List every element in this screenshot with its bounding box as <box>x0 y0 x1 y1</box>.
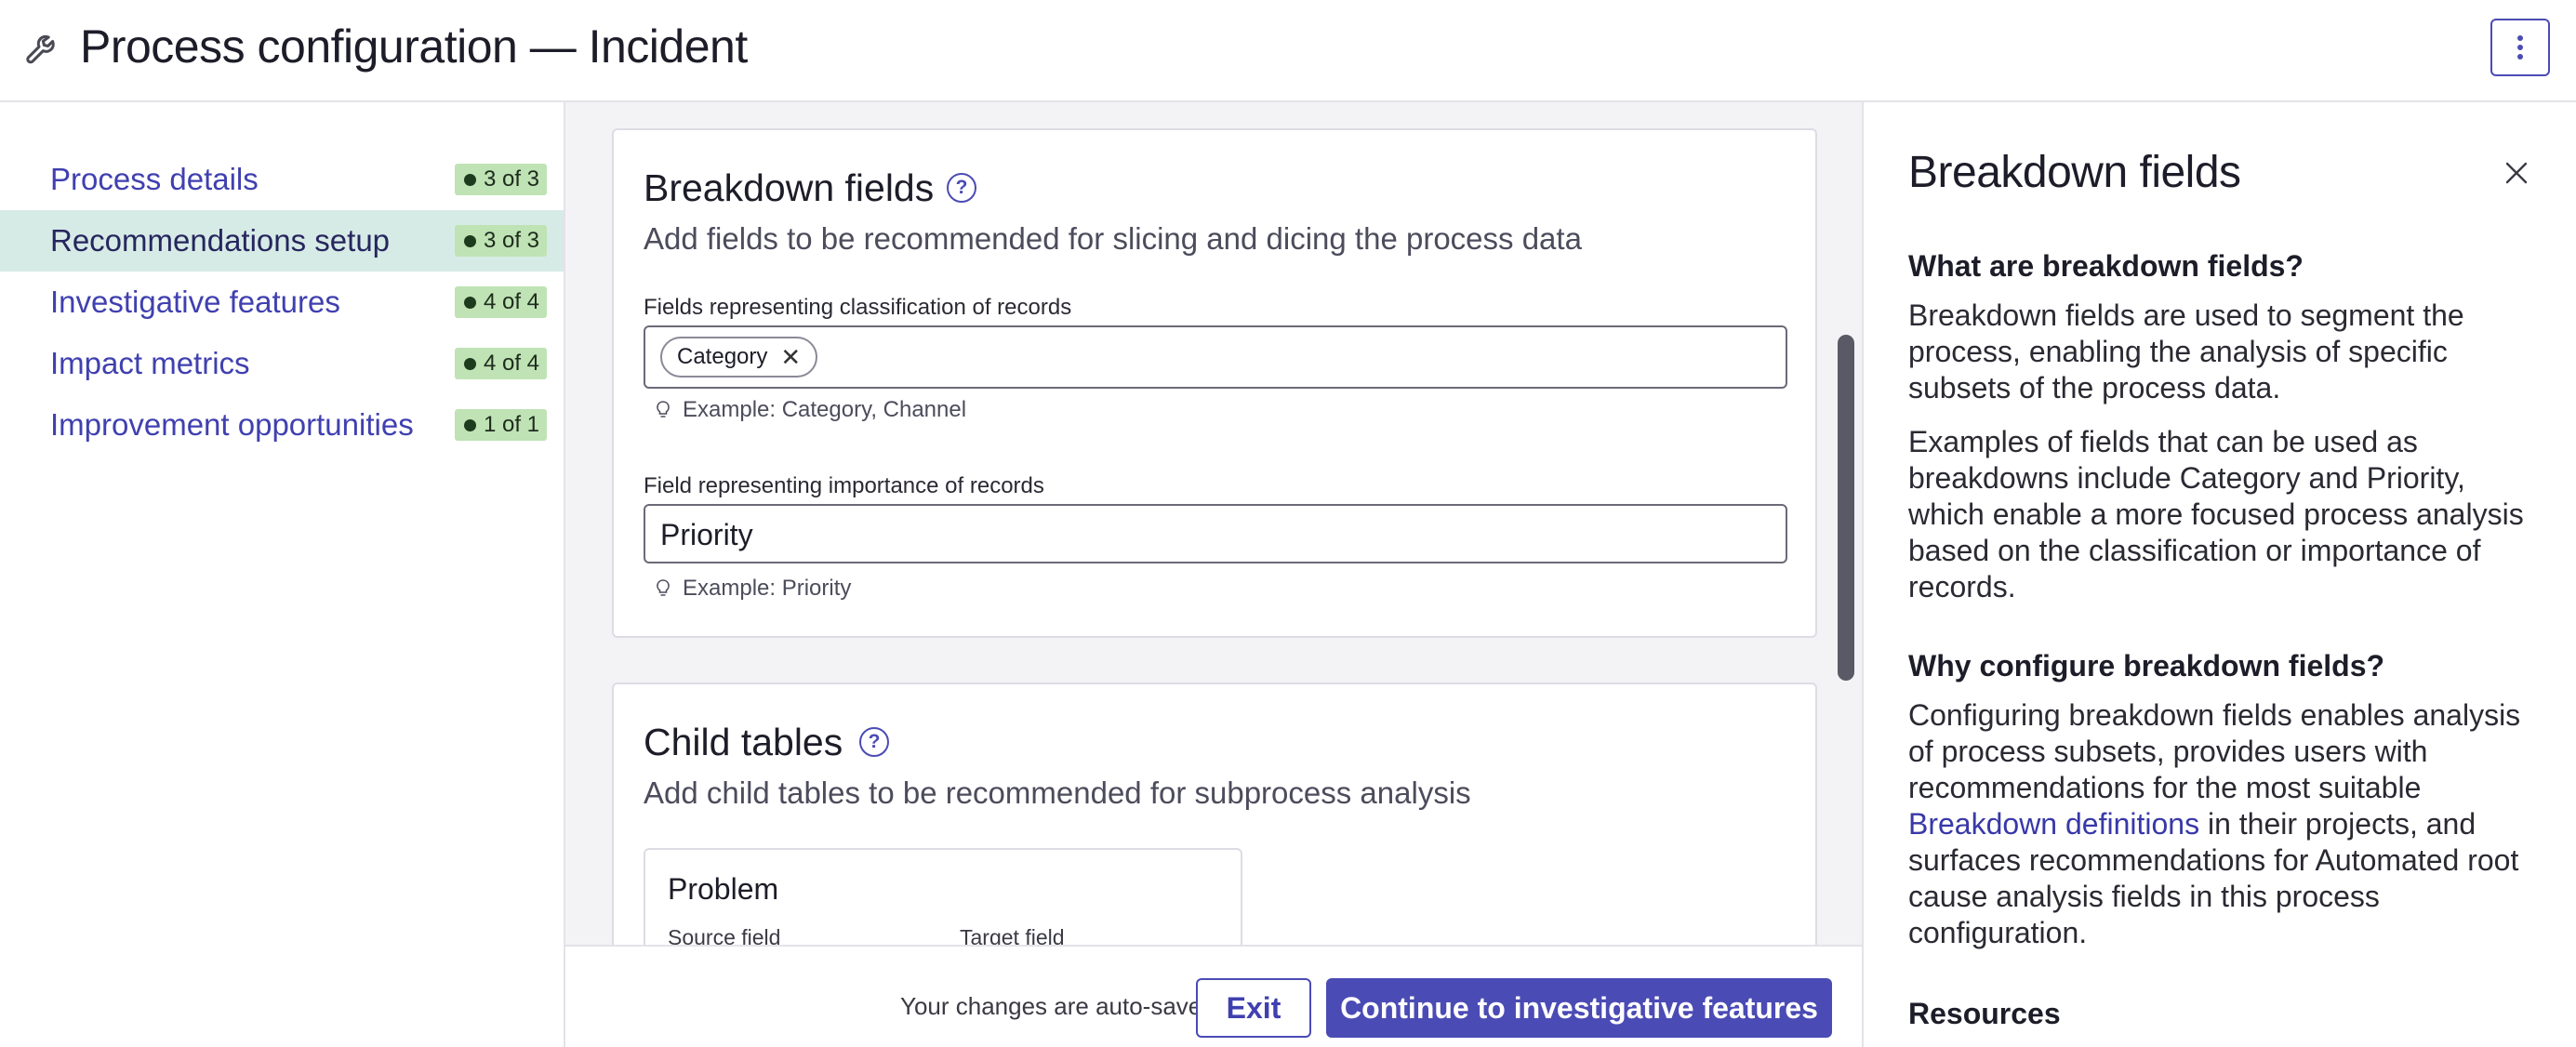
status-dot-icon <box>463 357 476 370</box>
nav-item-label: Process details <box>50 162 259 196</box>
help-question-heading: Why configure breakdown fields? <box>1908 649 2385 683</box>
nav-item-impact-metrics[interactable]: Impact metrics 4 of 4 <box>0 333 564 394</box>
nav-item-label: Investigative features <box>50 285 340 319</box>
classification-hint: Example: Category, Channel <box>655 396 966 424</box>
exit-button[interactable]: Exit <box>1196 978 1311 1038</box>
importance-hint: Example: Priority <box>655 575 851 603</box>
autosave-status: Your changes are auto-saved <box>900 992 1215 1020</box>
status-dot-icon <box>463 418 476 431</box>
status-badge: 3 of 3 <box>454 225 547 257</box>
importance-field-label: Field representing importance of records <box>644 473 1044 498</box>
section-description: Add fields to be recommended for slicing… <box>644 221 1582 256</box>
nav-item-label: Improvement opportunities <box>50 407 414 442</box>
continue-button[interactable]: Continue to investigative features <box>1326 978 1832 1038</box>
classification-field-label: Fields representing classification of re… <box>644 295 1072 320</box>
chip-label: Category <box>677 344 768 369</box>
nav-item-improvement-opportunities[interactable]: Improvement opportunities 1 of 1 <box>0 394 564 456</box>
help-paragraph: Examples of fields that can be used as b… <box>1908 425 2524 603</box>
breakdown-definitions-link[interactable]: Breakdown definitions <box>1908 807 2199 841</box>
status-dot-icon <box>463 296 476 309</box>
breakdown-fields-card: Breakdown fields ? Add fields to be reco… <box>612 128 1817 638</box>
more-options-button[interactable] <box>2490 19 2550 76</box>
paragraph-text: Configuring breakdown fields enables ana… <box>1908 698 2521 804</box>
badge-text: 4 of 4 <box>483 351 539 376</box>
target-field-label: Target field <box>960 925 1065 945</box>
nav-item-label: Recommendations setup <box>50 223 391 258</box>
status-badge: 3 of 3 <box>454 164 547 195</box>
nav-item-investigative-features[interactable]: Investigative features 4 of 4 <box>0 272 564 333</box>
status-badge: 1 of 1 <box>454 409 547 441</box>
status-dot-icon <box>463 234 476 247</box>
child-table-card: Problem Source field Target field <box>644 848 1242 945</box>
help-icon[interactable]: ? <box>859 727 889 757</box>
footer-bar: Your changes are auto-saved Exit Continu… <box>565 945 1862 1047</box>
importance-field-input[interactable]: Priority <box>644 504 1787 563</box>
lightbulb-icon <box>657 579 670 596</box>
child-tables-card: Child tables ? Add child tables to be re… <box>612 683 1817 945</box>
section-title: Child tables <box>644 721 843 763</box>
help-panel-title: Breakdown fields <box>1908 148 2241 197</box>
section-title: Breakdown fields <box>644 166 935 209</box>
help-icon[interactable]: ? <box>947 173 976 203</box>
hint-text: Example: Priority <box>683 576 852 601</box>
main-content[interactable]: Breakdown fields ? Add fields to be reco… <box>565 102 1862 945</box>
status-badge: 4 of 4 <box>454 286 547 318</box>
close-icon[interactable] <box>2502 158 2531 188</box>
classification-fields-input[interactable]: Category ✕ <box>644 325 1787 389</box>
status-badge: 4 of 4 <box>454 348 547 379</box>
resources-heading: Resources <box>1908 997 2061 1030</box>
nav-item-label: Impact metrics <box>50 346 250 380</box>
help-paragraph: Configuring breakdown fields enables ana… <box>1908 697 2541 951</box>
page-header: Process configuration — Incident <box>0 0 2576 102</box>
category-chip: Category ✕ <box>660 337 818 378</box>
help-panel: Breakdown fields What are breakdown fiel… <box>1862 102 2576 1047</box>
child-table-name: Problem <box>668 872 779 906</box>
nav-item-recommendations-setup[interactable]: Recommendations setup 3 of 3 <box>0 210 564 272</box>
remove-chip-icon[interactable]: ✕ <box>780 338 801 376</box>
wrench-icon <box>26 34 55 64</box>
page-title: Process configuration — Incident <box>80 20 748 73</box>
section-description: Add child tables to be recommended for s… <box>644 775 1471 810</box>
scrollbar-thumb[interactable] <box>1838 335 1854 681</box>
hint-text: Example: Category, Channel <box>683 397 967 422</box>
help-paragraph: Breakdown fields are used to segment the… <box>1908 298 2464 404</box>
help-question-heading: What are breakdown fields? <box>1908 249 2304 283</box>
lightbulb-icon <box>657 401 670 417</box>
badge-text: 4 of 4 <box>483 289 539 314</box>
vertical-ellipsis-icon <box>2517 35 2523 60</box>
steps-sidebar: Process details 3 of 3 Recommendations s… <box>0 102 565 1047</box>
badge-text: 3 of 3 <box>483 228 539 253</box>
badge-text: 1 of 1 <box>483 412 539 437</box>
source-field-label: Source field <box>668 925 781 945</box>
badge-text: 3 of 3 <box>483 166 539 192</box>
status-dot-icon <box>463 173 476 186</box>
nav-item-process-details[interactable]: Process details 3 of 3 <box>0 149 564 210</box>
input-value: Priority <box>660 518 753 551</box>
